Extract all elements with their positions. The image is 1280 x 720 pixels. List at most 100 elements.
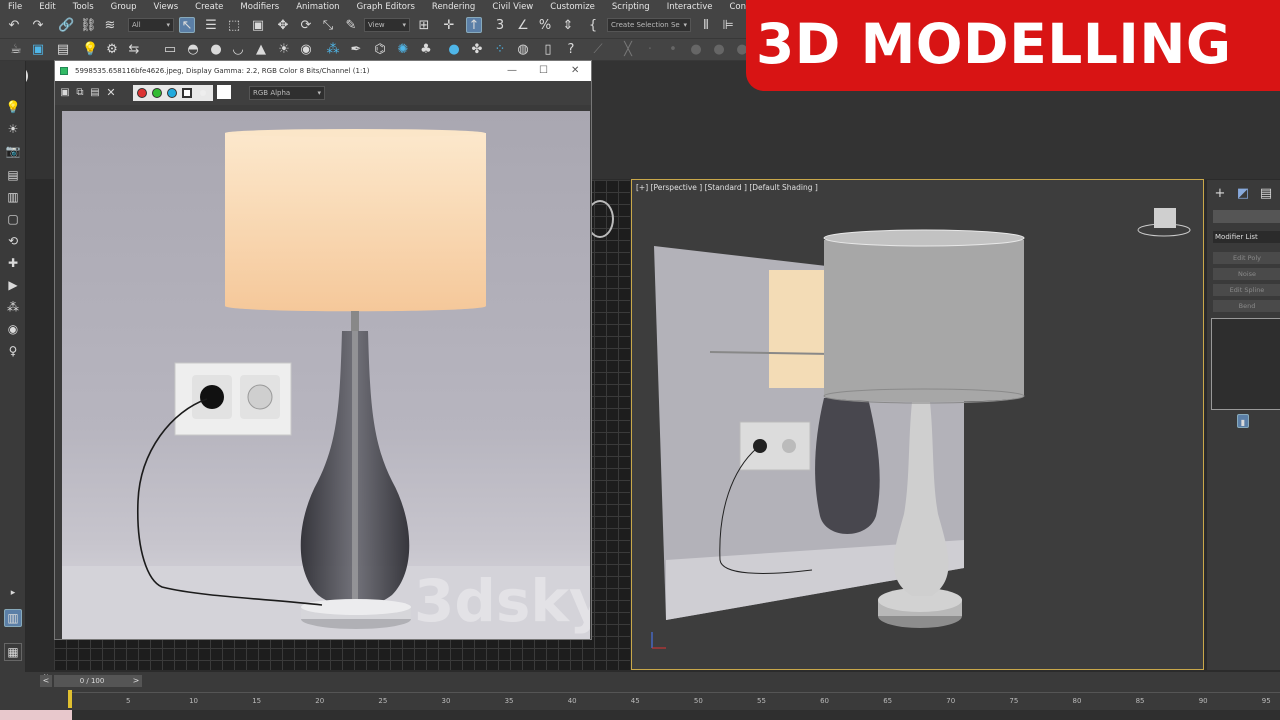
next-frame-button[interactable]: > bbox=[130, 675, 142, 687]
mirror-icon[interactable]: ⫴ bbox=[698, 18, 714, 34]
alpha-channel-toggle[interactable] bbox=[182, 88, 192, 98]
snap-tools-icon[interactable]: ⟋ bbox=[590, 42, 606, 58]
render-setup-icon[interactable]: ▤ bbox=[55, 42, 71, 58]
time-slider[interactable]: 0 / 100 bbox=[54, 675, 130, 687]
object-name-field[interactable] bbox=[1213, 210, 1280, 223]
modifier-list-dropdown[interactable]: Modifier List bbox=[1213, 231, 1280, 243]
percent-snap-icon[interactable]: % bbox=[537, 18, 553, 34]
lister-icon[interactable]: ⚙ bbox=[104, 42, 120, 58]
rotate-small-icon[interactable]: ⟲ bbox=[5, 233, 21, 249]
select-by-name-icon[interactable]: ☰ bbox=[203, 18, 219, 34]
cluster-icon[interactable]: ⁂ bbox=[5, 299, 21, 315]
axis-icon[interactable]: ✚ bbox=[5, 255, 21, 271]
environment-icon[interactable]: ◉ bbox=[298, 42, 314, 58]
expand-icon[interactable]: ▸ bbox=[5, 585, 21, 601]
selection-filter-dropdown[interactable]: All bbox=[128, 18, 174, 32]
green-channel-toggle[interactable] bbox=[152, 88, 162, 98]
light-bulb-icon[interactable]: 💡 bbox=[82, 42, 98, 58]
select-object-icon[interactable]: ↖ bbox=[179, 17, 195, 33]
create-tab-icon[interactable]: + bbox=[1212, 186, 1228, 202]
particle-icon[interactable]: ⁂ bbox=[325, 42, 341, 58]
hierarchy-tab-icon[interactable]: ▤ bbox=[1258, 186, 1274, 202]
bind-space-warp-icon[interactable]: ≋ bbox=[102, 18, 118, 34]
undo-icon[interactable]: ↶ bbox=[6, 18, 22, 34]
angle-snap-icon[interactable]: ∠ bbox=[515, 18, 531, 34]
rectangular-selection-icon[interactable]: ⬚ bbox=[226, 18, 242, 34]
menu-item-scripting[interactable]: Scripting bbox=[604, 2, 650, 12]
help-icon[interactable]: ? bbox=[563, 42, 579, 58]
folder-icon[interactable]: ▭ bbox=[162, 42, 178, 58]
copy-image-icon[interactable]: ⧉ bbox=[72, 85, 88, 101]
menu-item-interactive[interactable]: Interactive bbox=[659, 2, 713, 12]
blue-dots-icon[interactable]: ⁘ bbox=[492, 42, 508, 58]
align-icon[interactable]: ⊫ bbox=[720, 18, 736, 34]
rotate-icon[interactable]: ⟳ bbox=[298, 18, 314, 34]
column-icon[interactable]: ▥ bbox=[5, 189, 21, 205]
sun-small-icon[interactable]: ☀ bbox=[5, 121, 21, 137]
edit-poly-button[interactable]: Edit Poly bbox=[1213, 252, 1280, 264]
cone-icon[interactable]: ▲ bbox=[253, 42, 269, 58]
document-icon[interactable]: ▯ bbox=[540, 42, 556, 58]
placement-icon[interactable]: ✎ bbox=[343, 18, 359, 34]
prev-frame-button[interactable]: < bbox=[40, 675, 52, 687]
snaps-toggle-icon[interactable]: 3 bbox=[492, 18, 508, 34]
link-icon[interactable]: 🔗 bbox=[58, 18, 74, 34]
track-bar[interactable]: 5 10 15 20 25 30 35 40 45 50 55 60 65 70 75 80 85 90 95 bbox=[68, 692, 1280, 708]
menu-item-animation[interactable]: Animation bbox=[288, 2, 339, 12]
blue-sphere-icon[interactable]: ● bbox=[446, 42, 462, 58]
move-icon[interactable]: ✥ bbox=[275, 18, 291, 34]
modifier-stack[interactable] bbox=[1211, 318, 1280, 410]
dome-icon[interactable]: ◓ bbox=[185, 42, 201, 58]
menu-item-create[interactable]: Create bbox=[187, 2, 223, 12]
menu-item-group[interactable]: Group bbox=[103, 2, 137, 12]
edit-spline-button[interactable]: Edit Spline bbox=[1213, 284, 1280, 296]
blue-channel-toggle[interactable] bbox=[167, 88, 177, 98]
sphere-icon[interactable]: ● bbox=[208, 42, 224, 58]
red-channel-toggle[interactable] bbox=[137, 88, 147, 98]
menu-item-rendering[interactable]: Rendering bbox=[424, 2, 475, 12]
menu-item-edit[interactable]: Edit bbox=[31, 2, 55, 12]
print-image-icon[interactable]: ▤ bbox=[87, 85, 103, 101]
keyboard-shortcut-override-icon[interactable]: ↑ bbox=[466, 17, 482, 33]
gear-blue-icon[interactable]: ✺ bbox=[395, 42, 411, 58]
redo-icon[interactable]: ↷ bbox=[30, 18, 46, 34]
monochrome-toggle[interactable] bbox=[200, 90, 206, 96]
save-image-icon[interactable]: ▣ bbox=[57, 85, 73, 101]
pin-stack-icon[interactable]: ▮ bbox=[1237, 414, 1249, 428]
maximize-icon[interactable]: ☐ bbox=[539, 61, 548, 81]
select-manipulate-icon[interactable]: ✛ bbox=[441, 18, 457, 34]
viewport-layout-icon[interactable]: ▥ bbox=[4, 609, 22, 627]
terminal-icon[interactable]: ▶ bbox=[5, 277, 21, 293]
menu-item-civil-view[interactable]: Civil View bbox=[484, 2, 533, 12]
bulb-small-icon[interactable]: ♀ bbox=[5, 343, 21, 359]
menu-item-graph-editors[interactable]: Graph Editors bbox=[349, 2, 415, 12]
bowl-icon[interactable]: ◡ bbox=[230, 42, 246, 58]
swatch-box[interactable] bbox=[217, 85, 231, 99]
clear-image-icon[interactable]: ✕ bbox=[103, 85, 119, 101]
arrows-icon[interactable]: ⇆ bbox=[126, 42, 142, 58]
sym-tools-icon[interactable]: ╳ bbox=[620, 42, 636, 58]
bend-button[interactable]: Bend bbox=[1213, 300, 1280, 312]
menu-item-views[interactable]: Views bbox=[146, 2, 179, 12]
bulb-blue-icon[interactable]: 💡 bbox=[5, 99, 21, 115]
minimize-icon[interactable]: — bbox=[507, 61, 517, 81]
scale-icon[interactable]: ⤡ bbox=[320, 18, 336, 34]
palette-icon[interactable]: ✤ bbox=[469, 42, 485, 58]
unlink-icon[interactable]: ⛓ bbox=[80, 18, 97, 34]
dot-small-icon[interactable]: · bbox=[642, 42, 658, 58]
edit-named-selection-icon[interactable]: { bbox=[585, 18, 601, 34]
globe-icon[interactable]: ◍ bbox=[515, 42, 531, 58]
menu-item-file[interactable]: File bbox=[0, 2, 22, 12]
reference-coordinate-dropdown[interactable]: View bbox=[364, 18, 410, 32]
menu-item-tools[interactable]: Tools bbox=[65, 2, 94, 12]
maxscript-listener[interactable] bbox=[0, 710, 72, 720]
circle-large-icon[interactable]: ● bbox=[711, 42, 727, 58]
plant-icon[interactable]: ♣ bbox=[418, 42, 434, 58]
eye-icon[interactable]: ◉ bbox=[5, 321, 21, 337]
close-icon[interactable]: ✕ bbox=[571, 61, 579, 81]
teapot-icon[interactable]: ☕ bbox=[8, 42, 24, 58]
playhead[interactable] bbox=[68, 690, 72, 708]
dropper-icon[interactable]: ✒ bbox=[348, 42, 364, 58]
spinner-snap-icon[interactable]: ⇕ bbox=[560, 18, 576, 34]
layers-icon[interactable]: ▤ bbox=[5, 167, 21, 183]
